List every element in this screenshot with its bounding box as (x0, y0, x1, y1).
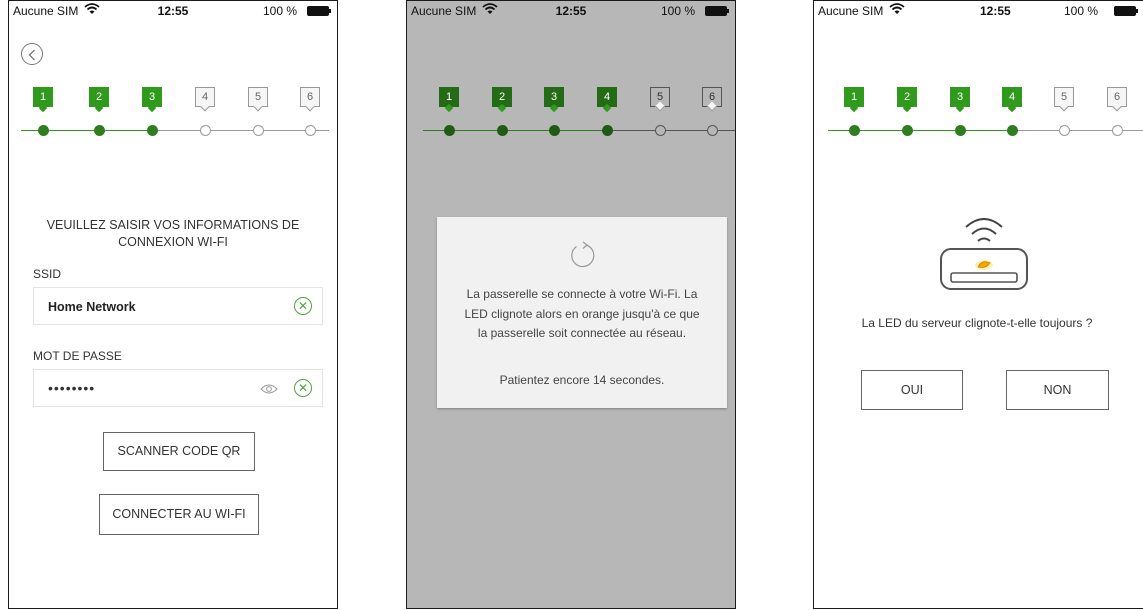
battery-icon (705, 6, 729, 16)
battery-percent: 100 % (1063, 4, 1098, 18)
password-value: •••••••• (48, 380, 96, 396)
step-3: 3 (544, 87, 566, 136)
step-2: 2 (492, 87, 514, 136)
step-dot (707, 125, 718, 136)
step-dot (305, 125, 316, 136)
step-5: 5 (1054, 87, 1076, 136)
clock: 12:55 (980, 4, 1011, 18)
status-bar: Aucune SIM 12:55 100 % (407, 1, 735, 21)
step-4: 4 (597, 87, 619, 136)
dialog-message: La passerelle se connecte à votre Wi-Fi.… (464, 287, 700, 340)
step-dot (549, 125, 560, 136)
connect-wifi-button[interactable]: CONNECTER AU WI-FI (99, 494, 259, 535)
step-6: 6 (702, 87, 724, 136)
refresh-icon (571, 241, 595, 268)
status-bar: Aucune SIM 12:55 100 % (9, 1, 337, 21)
step-dot (1112, 125, 1123, 136)
stepper-line-todo (153, 130, 329, 131)
step-dot (1007, 125, 1018, 136)
step-5: 5 (248, 87, 270, 136)
wifi-signal-icon (889, 2, 905, 19)
password-label: MOT DE PASSE (33, 349, 122, 363)
password-field[interactable]: •••••••• ✕ (33, 369, 323, 407)
battery-percent: 100 % (660, 4, 695, 18)
screen-connecting: Aucune SIM 12:55 100 % 1 2 3 4 5 6 La pa… (406, 0, 736, 609)
step-1: 1 (33, 87, 55, 136)
step-1: 1 (439, 87, 461, 136)
screen-led-check: Aucune SIM 12:55 100 % 1 2 3 4 5 6 La LE… (813, 0, 1143, 609)
connecting-dialog: La passerelle se connecte à votre Wi-Fi.… (437, 217, 727, 408)
ssid-value: Home Network (48, 300, 136, 314)
countdown-text: Patientez encore 14 secondes. (499, 373, 665, 387)
step-4: 4 (1002, 87, 1024, 136)
step-dot (902, 125, 913, 136)
step-dot (38, 125, 49, 136)
step-2: 2 (89, 87, 111, 136)
eye-icon[interactable] (260, 382, 278, 400)
battery-percent: 100 % (262, 4, 297, 18)
step-dot (444, 125, 455, 136)
ssid-field[interactable]: Home Network ✕ (33, 287, 323, 325)
progress-stepper: 1 2 3 4 5 6 (814, 87, 1143, 137)
step-5: 5 (650, 87, 672, 136)
back-button[interactable] (21, 43, 43, 65)
ssid-label: SSID (33, 267, 62, 281)
step-dot (955, 125, 966, 136)
stepper-line-todo (1014, 130, 1143, 131)
step-6: 6 (300, 87, 322, 136)
yes-button[interactable]: OUI (861, 370, 963, 410)
status-bar: Aucune SIM 12:55 100 % (814, 1, 1143, 21)
battery-icon (1114, 6, 1138, 16)
progress-stepper: 1 2 3 4 5 6 (407, 87, 735, 137)
step-6: 6 (1107, 87, 1129, 136)
wifi-signal-icon (482, 2, 498, 19)
carrier-label: Aucune SIM (818, 4, 884, 18)
step-dot (147, 125, 158, 136)
wifi-signal-icon (84, 2, 100, 19)
step-dot (497, 125, 508, 136)
step-1: 1 (844, 87, 866, 136)
step-3: 3 (142, 87, 164, 136)
progress-stepper: 1 2 3 4 5 6 (9, 87, 337, 137)
page-title: VEUILLEZ SAISIR VOS INFORMATIONS DE CONN… (46, 218, 300, 249)
step-3: 3 (950, 87, 972, 136)
clock: 12:55 (157, 4, 189, 18)
no-button[interactable]: NON (1006, 370, 1109, 410)
carrier-label: Aucune SIM (411, 4, 477, 18)
led-question: La LED du serveur clignote-t-elle toujou… (861, 316, 1093, 330)
scan-qr-button[interactable]: SCANNER CODE QR (103, 432, 255, 471)
screen-wifi-credentials: Aucune SIM 12:55 100 % 1 2 3 4 5 6 VEUIL… (8, 0, 338, 609)
step-dot (602, 125, 613, 136)
step-2: 2 (897, 87, 919, 136)
step-dot (94, 125, 105, 136)
carrier-label: Aucune SIM (13, 4, 79, 18)
clock: 12:55 (555, 4, 587, 18)
step-dot (200, 125, 211, 136)
back-chevron-icon (28, 49, 35, 61)
clear-icon[interactable]: ✕ (294, 379, 312, 397)
step-dot (655, 125, 666, 136)
step-dot (1059, 125, 1070, 136)
step-4: 4 (195, 87, 217, 136)
router-icon (940, 218, 1028, 290)
step-dot (253, 125, 264, 136)
clear-icon[interactable]: ✕ (294, 297, 312, 315)
step-dot (849, 125, 860, 136)
battery-icon (307, 6, 331, 16)
